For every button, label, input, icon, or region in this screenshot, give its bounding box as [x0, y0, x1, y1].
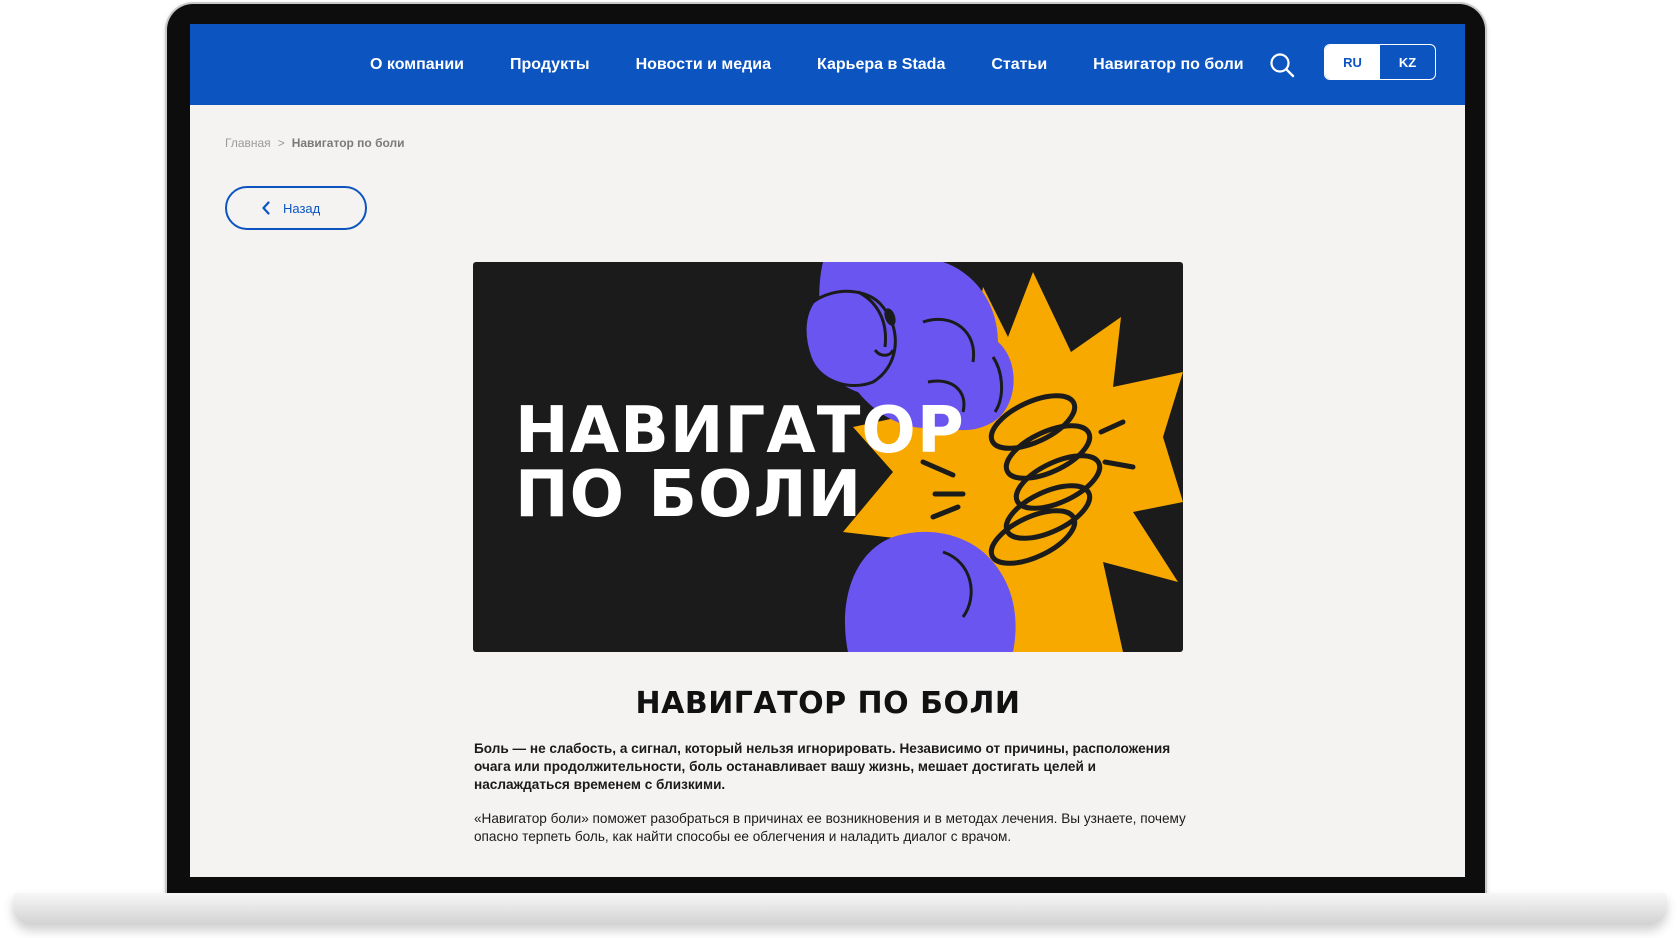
- back-button[interactable]: Назад: [225, 186, 367, 230]
- lang-ru-button[interactable]: RU: [1325, 45, 1380, 79]
- hero-title: НАВИГАТОР ПО БОЛИ: [515, 399, 965, 527]
- breadcrumb: Главная > Навигатор по боли: [225, 136, 405, 150]
- browser-screen: О компании Продукты Новости и медиа Карь…: [190, 24, 1465, 877]
- hero-banner: НАВИГАТОР ПО БОЛИ: [473, 262, 1183, 652]
- language-switcher: RU KZ: [1324, 44, 1436, 80]
- search-button[interactable]: [1268, 51, 1296, 79]
- article-title: НАВИГАТОР ПО БОЛИ: [635, 686, 1021, 721]
- nav-item-pain-navigator[interactable]: Навигатор по боли: [1093, 56, 1243, 74]
- main-menu: О компании Продукты Новости и медиа Карь…: [370, 24, 1290, 105]
- article-intro-paragraph: Боль — не слабость, а сигнал, который не…: [474, 741, 1171, 792]
- laptop-base: [13, 893, 1667, 925]
- lang-kz-button[interactable]: KZ: [1380, 45, 1435, 79]
- nav-item-products[interactable]: Продукты: [510, 56, 590, 74]
- breadcrumb-separator: >: [277, 136, 285, 150]
- nav-item-articles[interactable]: Статьи: [991, 56, 1047, 74]
- chevron-left-icon: [262, 201, 270, 215]
- hero-title-line2: ПО БОЛИ: [515, 458, 863, 532]
- article-body-paragraph: «Навигатор боли» поможет разобраться в п…: [474, 811, 1186, 844]
- breadcrumb-current: Навигатор по боли: [291, 136, 405, 150]
- nav-item-career[interactable]: Карьера в Stada: [817, 56, 945, 74]
- back-button-label: Назад: [283, 200, 321, 216]
- hero-title-line1: НАВИГАТОР: [515, 394, 965, 468]
- nav-item-about[interactable]: О компании: [370, 56, 464, 74]
- search-icon: [1270, 53, 1295, 78]
- breadcrumb-home-link[interactable]: Главная: [225, 136, 271, 150]
- top-navbar: О компании Продукты Новости и медиа Карь…: [190, 24, 1465, 105]
- nav-item-news-media[interactable]: Новости и медиа: [636, 56, 771, 74]
